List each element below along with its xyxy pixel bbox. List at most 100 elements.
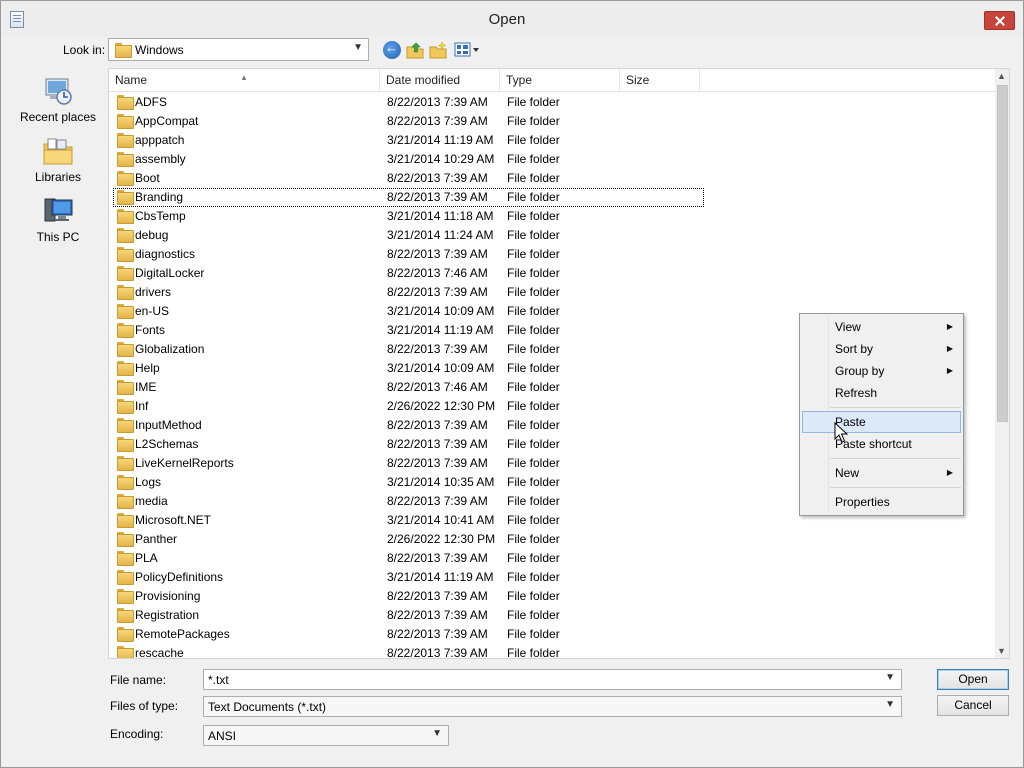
file-name: Boot [135,171,160,185]
column-size-label: Size [626,73,650,87]
file-type: File folder [507,114,560,128]
file-row[interactable]: Boot 8/22/2013 7:39 AM File folder [109,169,995,188]
title-bar[interactable]: Open [1,1,1023,37]
file-row[interactable]: DigitalLocker 8/22/2013 7:46 AM File folde… [109,264,995,283]
column-type-label: Type [506,73,533,87]
place-this-pc[interactable]: This PC [11,195,105,244]
file-type: File folder [507,209,560,223]
encoding-value: ANSI [208,729,237,743]
file-name: LiveKernelReports [135,456,234,470]
file-name: InputMethod [135,418,202,432]
file-date-modified: 8/22/2013 7:39 AM [387,608,488,622]
menu-item-sort-by[interactable]: Sort by ▶ [802,338,961,360]
open-button[interactable]: Open [937,669,1009,690]
file-row[interactable]: Registration 8/22/2013 7:39 AM File folder [109,606,995,625]
file-row[interactable]: diagnostics 8/22/2013 7:39 AM File folder [109,245,995,264]
menu-item-view[interactable]: View ▶ [802,316,961,338]
file-name: Logs [135,475,162,489]
file-date-modified: 8/22/2013 7:39 AM [387,494,488,508]
scrollbar-thumb[interactable] [997,85,1008,422]
file-name: CbsTemp [135,209,186,223]
column-header: Name ▲ Date modified Type Size [109,69,995,92]
file-row[interactable]: AppCompat 8/22/2013 7:39 AM File folder [109,112,995,131]
file-name: Help [135,361,160,375]
file-row[interactable]: ADFS 8/22/2013 7:39 AM File folder [109,93,995,112]
file-type: File folder [507,589,560,603]
file-date-modified: 8/22/2013 7:39 AM [387,247,488,261]
file-name: debug [135,228,169,242]
folder-icon [117,646,134,658]
place-recent-places[interactable]: Recent places [11,75,105,124]
file-row[interactable]: Provisioning 8/22/2013 7:39 AM File folder [109,587,995,606]
file-row[interactable]: assembly 3/21/2014 10:29 AM File folder [109,150,995,169]
libraries-icon [43,138,73,165]
folder-icon [117,266,134,281]
back-icon[interactable] [383,40,401,59]
file-type-select[interactable]: Text Documents (*.txt) ▼ [203,696,902,717]
look-in-value: Windows [135,43,184,57]
file-type: File folder [507,95,560,109]
file-row[interactable]: debug 3/21/2014 11:24 AM File folder [109,226,995,245]
file-name: rescache [135,646,184,659]
file-type: File folder [507,608,560,622]
view-menu-icon[interactable] [454,41,480,59]
file-date-modified: 3/21/2014 10:41 AM [387,513,495,527]
folder-icon [117,608,134,623]
file-row[interactable]: rescache 8/22/2013 7:39 AM File folder [109,644,995,659]
file-row[interactable]: Panther 2/26/2022 12:30 PM File folder [109,530,995,549]
file-type: File folder [507,475,560,489]
folder-icon [117,513,134,528]
column-header-size[interactable]: Size [620,69,700,92]
file-row[interactable]: Branding 8/22/2013 7:39 AM File folder [113,188,704,207]
folder-icon [115,43,132,58]
menu-item-paste[interactable]: Paste [802,411,961,433]
vertical-scrollbar[interactable]: ▲ ▼ [995,69,1009,658]
chevron-down-icon[interactable]: ▼ [885,699,895,710]
file-row[interactable]: drivers 8/22/2013 7:39 AM File folder [109,283,995,302]
file-row[interactable]: PolicyDefinitions 3/21/2014 11:19 AM File … [109,568,995,587]
mouse-cursor-icon [834,422,848,443]
close-button[interactable] [984,11,1015,30]
menu-item-new[interactable]: New ▶ [802,462,961,484]
file-row[interactable]: CbsTemp 3/21/2014 11:18 AM File folder [109,207,995,226]
chevron-down-icon[interactable]: ▼ [353,42,363,53]
file-type-label: Files of type: [110,699,179,713]
chevron-down-icon[interactable]: ▼ [432,728,442,739]
file-type: File folder [507,570,560,584]
folder-icon [117,209,134,224]
file-name: L2Schemas [135,437,199,451]
file-row[interactable]: apppatch 3/21/2014 11:19 AM File folder [109,131,995,150]
folder-icon [117,532,134,547]
menu-item-label: Properties [835,495,890,509]
folder-icon [117,190,134,205]
place-libraries[interactable]: Libraries [11,135,105,184]
scroll-up-icon[interactable]: ▲ [997,71,1006,81]
file-type: File folder [507,513,560,527]
column-header-date[interactable]: Date modified [380,69,500,92]
menu-item-paste-shortcut[interactable]: Paste shortcut [802,433,961,455]
column-header-type[interactable]: Type [500,69,620,92]
up-one-level-icon[interactable] [406,41,424,59]
file-name-input[interactable]: *.txt [208,673,229,687]
look-in-combobox[interactable]: Windows ▼ [108,38,369,61]
folder-icon [117,133,134,148]
look-in-label: Look in: [63,43,106,57]
scroll-down-icon[interactable]: ▼ [997,646,1006,656]
folder-icon [117,475,134,490]
menu-item-refresh[interactable]: Refresh [802,382,961,404]
chevron-down-icon[interactable]: ▼ [885,672,895,683]
file-date-modified: 8/22/2013 7:46 AM [387,266,488,280]
column-header-name[interactable]: Name ▲ [109,69,380,92]
encoding-select[interactable]: ANSI ▼ [203,725,449,746]
file-row[interactable]: PLA 8/22/2013 7:39 AM File folder [109,549,995,568]
menu-item-group-by[interactable]: Group by ▶ [802,360,961,382]
column-date-label: Date modified [386,73,461,87]
cancel-button[interactable]: Cancel [937,695,1009,716]
menu-item-properties[interactable]: Properties [802,491,961,513]
file-type: File folder [507,228,560,242]
submenu-arrow-icon: ▶ [946,468,953,477]
folder-icon [117,361,134,376]
file-name-combobox[interactable]: *.txt ▼ [203,669,902,690]
new-folder-icon[interactable] [429,41,447,59]
file-row[interactable]: RemotePackages 8/22/2013 7:39 AM File fold… [109,625,995,644]
